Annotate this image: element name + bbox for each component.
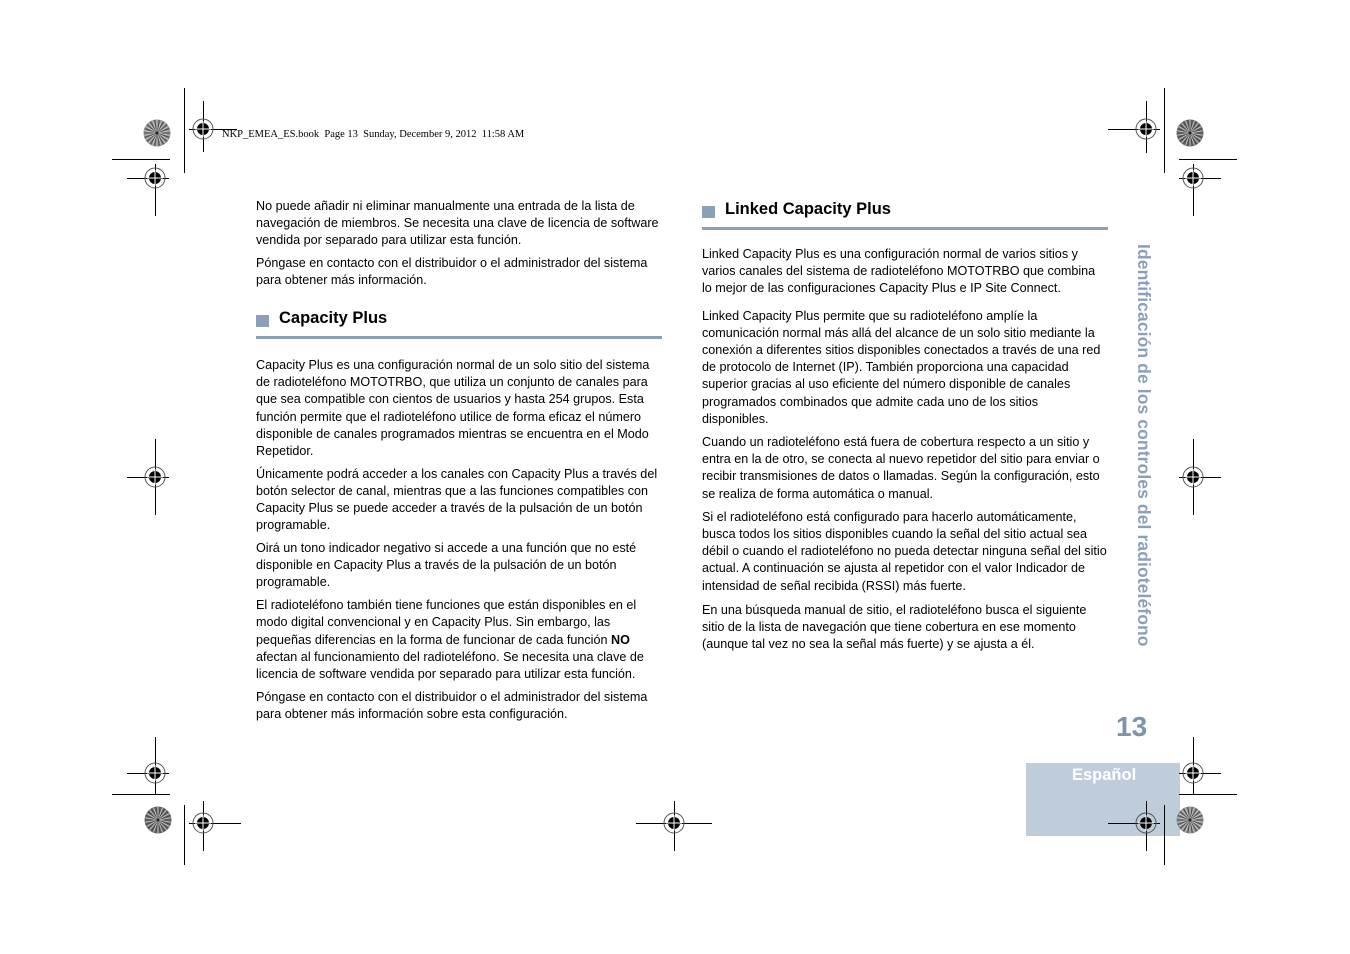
print-slug: NKP_EMEA_ES.book Page 13 Sunday, Decembe… (222, 129, 525, 140)
heading-square-icon (256, 315, 269, 328)
paragraph: Póngase en contacto con el distribuidor … (256, 689, 648, 721)
paragraph: Oirá un tono indicador negativo si acced… (256, 541, 637, 590)
starburst-icon (1176, 119, 1204, 147)
right-column: Linked Capacity Plus Linked Capacity Plu… (702, 200, 1108, 659)
starburst-icon (144, 806, 172, 834)
crop-line (1164, 805, 1165, 865)
registration-target-icon (192, 118, 214, 140)
page-number: 13 (1116, 711, 1148, 742)
heading-text: Capacity Plus (279, 309, 388, 328)
heading-text: Linked Capacity Plus (725, 200, 891, 218)
text-run: afectan al funcionamiento del radioteléf… (256, 649, 644, 681)
heading-square-icon (702, 206, 715, 218)
starburst-icon (143, 119, 171, 147)
paragraph: Linked Capacity Plus es una configuració… (702, 247, 1096, 296)
paragraph: Únicamente podrá acceder a los canales c… (256, 466, 658, 533)
paragraph: No puede añadir ni eliminar manualmente … (256, 199, 659, 248)
crop-line (1164, 88, 1165, 173)
registration-target-icon (1182, 762, 1204, 784)
starburst-icon (1176, 806, 1204, 834)
paragraph: Linked Capacity Plus permite que su radi… (702, 308, 1101, 426)
registration-target-icon (144, 167, 166, 189)
registration-target-icon (1182, 466, 1204, 488)
registration-target-icon (144, 466, 166, 488)
section-heading-linked-capacity-plus: Linked Capacity Plus (702, 200, 1108, 230)
registration-target-icon (1182, 167, 1204, 189)
registration-target-icon (144, 762, 166, 784)
registration-target-icon (663, 812, 685, 834)
heading-rule (702, 227, 1108, 230)
left-column: No puede añadir ni eliminar manualmente … (256, 198, 662, 729)
language-label: Español (1072, 766, 1137, 784)
crop-line (1179, 794, 1237, 795)
crop-line (112, 794, 170, 795)
paragraph: Si el radioteléfono está configurado par… (702, 509, 1107, 593)
text-run: El radioteléfono también tiene funciones… (256, 598, 637, 647)
registration-target-icon (1135, 812, 1157, 834)
registration-target-icon (1135, 118, 1157, 140)
paragraph: Cuando un radioteléfono está fuera de co… (702, 435, 1100, 501)
chapter-side-title: Identificación de los controles del radi… (1130, 244, 1154, 684)
registration-target-icon (192, 812, 214, 834)
emphasis-no: NO (610, 632, 630, 647)
section-heading-capacity-plus: Capacity Plus (256, 309, 662, 340)
paragraph-with-emphasis: El radioteléfono también tiene funciones… (256, 597, 661, 683)
chapter-title-text: Identificación de los controles del radi… (1134, 244, 1154, 647)
heading-rule (256, 336, 662, 340)
paragraph: Póngase en contacto con el distribuidor … (256, 256, 648, 288)
paragraph: En una búsqueda manual de sitio, el radi… (702, 602, 1087, 652)
paragraph: Capacity Plus es una configuración norma… (256, 358, 650, 459)
